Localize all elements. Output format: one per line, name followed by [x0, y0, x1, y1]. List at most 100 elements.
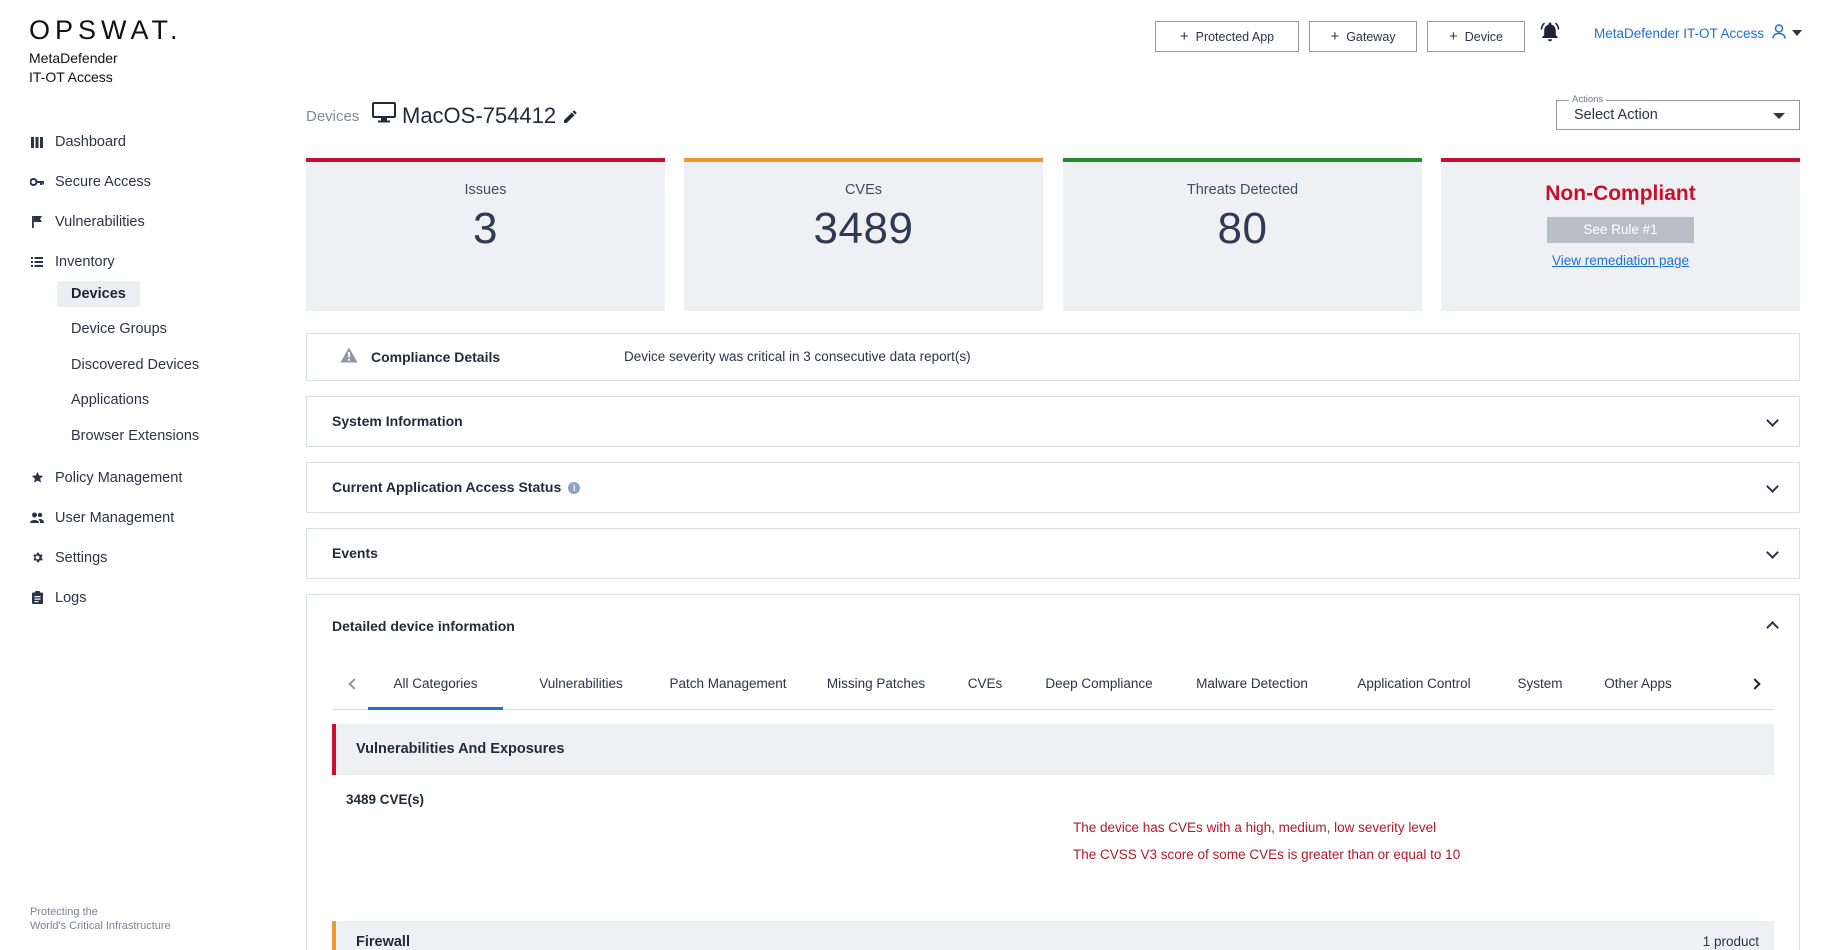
threats-label: Threats Detected — [1186, 182, 1299, 198]
compliance-details-panel: Compliance Details Device severity was c… — [306, 333, 1800, 381]
sidebar-item-secure-access[interactable]: Secure Access — [0, 162, 260, 202]
tab-all-categories[interactable]: All Categories — [368, 664, 503, 710]
tab-system[interactable]: System — [1502, 664, 1578, 710]
tab-cves[interactable]: CVEs — [950, 664, 1020, 710]
info-icon[interactable]: i — [568, 482, 581, 494]
sidebar-item-policy-management[interactable]: Policy Management — [0, 458, 260, 498]
chevron-left-icon[interactable] — [348, 678, 360, 690]
chevron-down-icon[interactable] — [1766, 414, 1779, 427]
cves-label: CVEs — [844, 182, 883, 198]
issues-card: Issues 3 — [306, 158, 665, 311]
panel-title: System Information — [332, 413, 463, 429]
tagline-line2: World's Critical Infrastructure — [30, 920, 171, 932]
panel-title: Detailed device information — [332, 618, 515, 634]
sidebar-item-settings[interactable]: Settings — [0, 538, 260, 578]
sidebar: OPSWAT. MetaDefender IT-OT Access Dashbo… — [0, 0, 260, 950]
chevron-down-icon — [1792, 30, 1803, 36]
users-icon — [30, 511, 44, 525]
tab-vulnerabilities[interactable]: Vulnerabilities — [518, 664, 644, 710]
sidebar-subitem-browser-extensions[interactable]: Browser Extensions — [0, 418, 260, 454]
button-label: Gateway — [1346, 29, 1396, 44]
compliance-details-title: Compliance Details — [371, 349, 501, 365]
sidebar-item-dashboard[interactable]: Dashboard — [0, 122, 260, 162]
key-icon — [30, 175, 44, 189]
tab-malware-detection[interactable]: Malware Detection — [1178, 664, 1326, 710]
sidebar-item-vulnerabilities[interactable]: Vulnerabilities — [0, 202, 260, 242]
sidebar-item-label: Vulnerabilities — [55, 214, 145, 230]
tab-deep-compliance[interactable]: Deep Compliance — [1030, 664, 1168, 710]
actions-selected-value: Select Action — [1574, 107, 1658, 123]
actions-legend: Actions — [1569, 94, 1607, 106]
sidebar-subitem-label: Devices — [57, 280, 140, 307]
chevron-down-icon[interactable] — [1766, 546, 1779, 559]
notification-bell-icon[interactable] — [1538, 20, 1562, 44]
product-name-line1: MetaDefender — [29, 50, 118, 66]
add-device-button[interactable]: + Device — [1427, 21, 1525, 52]
monitor-icon — [372, 102, 396, 129]
sidebar-item-label: User Management — [55, 509, 175, 526]
chevron-right-icon[interactable] — [1749, 678, 1761, 690]
app-access-status-panel[interactable]: Current Application Access Status i — [306, 462, 1800, 513]
remediation-link[interactable]: View remediation page — [1441, 253, 1800, 268]
plus-icon: + — [1449, 28, 1458, 45]
product-name-line2: IT-OT Access — [29, 69, 113, 85]
button-label: Device — [1464, 29, 1503, 44]
sidebar-subitem-label: Discovered Devices — [71, 356, 200, 373]
tagline: Protecting the World's Critical Infrastr… — [30, 905, 171, 933]
logo-wordmark: OPSWAT. — [29, 15, 183, 45]
threats-count: 80 — [1217, 204, 1268, 253]
firewall-product-count: 1 product — [1702, 934, 1759, 949]
events-panel[interactable]: Events — [306, 528, 1800, 579]
tab-patch-management[interactable]: Patch Management — [654, 664, 802, 710]
sidebar-item-user-management[interactable]: User Management — [0, 498, 260, 538]
sidebar-item-label: Secure Access — [55, 174, 151, 190]
add-gateway-button[interactable]: + Gateway — [1309, 21, 1417, 52]
add-protected-app-button[interactable]: + Protected App — [1155, 21, 1299, 52]
sidebar-subitem-label: Applications — [71, 392, 150, 409]
tab-missing-patches[interactable]: Missing Patches — [812, 664, 940, 710]
sidebar-subitem-device-groups[interactable]: Device Groups — [0, 312, 260, 348]
gear-icon — [30, 551, 44, 565]
panel-title: Current Application Access Status i — [332, 479, 581, 495]
compliance-details-message: Device severity was critical in 3 consec… — [624, 349, 971, 364]
compliance-card: Non-Compliant See Rule #1 View remediati… — [1441, 158, 1800, 311]
tab-other-apps[interactable]: Other Apps — [1588, 664, 1688, 710]
sidebar-item-label: Policy Management — [55, 469, 183, 486]
sidebar-item-label: Inventory — [55, 254, 115, 270]
tab-application-control[interactable]: Application Control — [1336, 664, 1492, 710]
sidebar-item-logs[interactable]: Logs — [0, 578, 260, 618]
sidebar-item-label: Logs — [55, 589, 87, 606]
tagline-line1: Protecting the — [30, 906, 98, 918]
panel-title-text: Current Application Access Status — [332, 479, 562, 495]
cve-note: The CVSS V3 score of some CVEs is greate… — [1073, 847, 1461, 862]
sidebar-nav: Dashboard Secure Access Vulnerabilities … — [0, 122, 260, 618]
chevron-up-icon[interactable] — [1766, 621, 1779, 634]
brand-logo[interactable]: OPSWAT. MetaDefender IT-OT Access — [29, 14, 183, 87]
edit-pencil-icon[interactable] — [564, 103, 577, 129]
plus-icon: + — [1179, 28, 1189, 45]
user-menu[interactable]: MetaDefender IT-OT Access — [1594, 24, 1803, 42]
sidebar-subitem-applications[interactable]: Applications — [0, 383, 260, 419]
panel-title: Events — [332, 545, 378, 561]
device-name: MacOS-754412 — [402, 102, 557, 128]
flag-icon — [30, 215, 44, 229]
compliance-status: Non-Compliant — [1545, 182, 1696, 205]
plus-icon: + — [1330, 28, 1340, 45]
sidebar-item-label: Dashboard — [55, 134, 126, 150]
firewall-section-header: Firewall 1 product — [332, 921, 1774, 950]
see-rule-button[interactable]: See Rule #1 — [1547, 217, 1694, 243]
system-information-panel[interactable]: System Information — [306, 396, 1800, 447]
threats-card: Threats Detected 80 — [1063, 158, 1422, 311]
sidebar-subitem-discovered-devices[interactable]: Discovered Devices — [0, 347, 260, 383]
sidebar-item-label: Settings — [55, 549, 108, 566]
clipboard-icon — [30, 591, 44, 605]
breadcrumb-devices[interactable]: Devices — [306, 108, 359, 125]
chevron-down-icon[interactable] — [1766, 480, 1779, 493]
actions-select[interactable]: Actions Select Action — [1556, 94, 1800, 130]
button-label: Protected App — [1195, 29, 1275, 44]
sidebar-item-inventory[interactable]: Inventory — [0, 242, 260, 282]
cves-card: CVEs 3489 — [684, 158, 1043, 311]
sidebar-subitem-label: Browser Extensions — [71, 427, 200, 444]
section-title: Firewall — [356, 934, 410, 950]
vulnerabilities-section-header: Vulnerabilities And Exposures — [332, 724, 1774, 775]
